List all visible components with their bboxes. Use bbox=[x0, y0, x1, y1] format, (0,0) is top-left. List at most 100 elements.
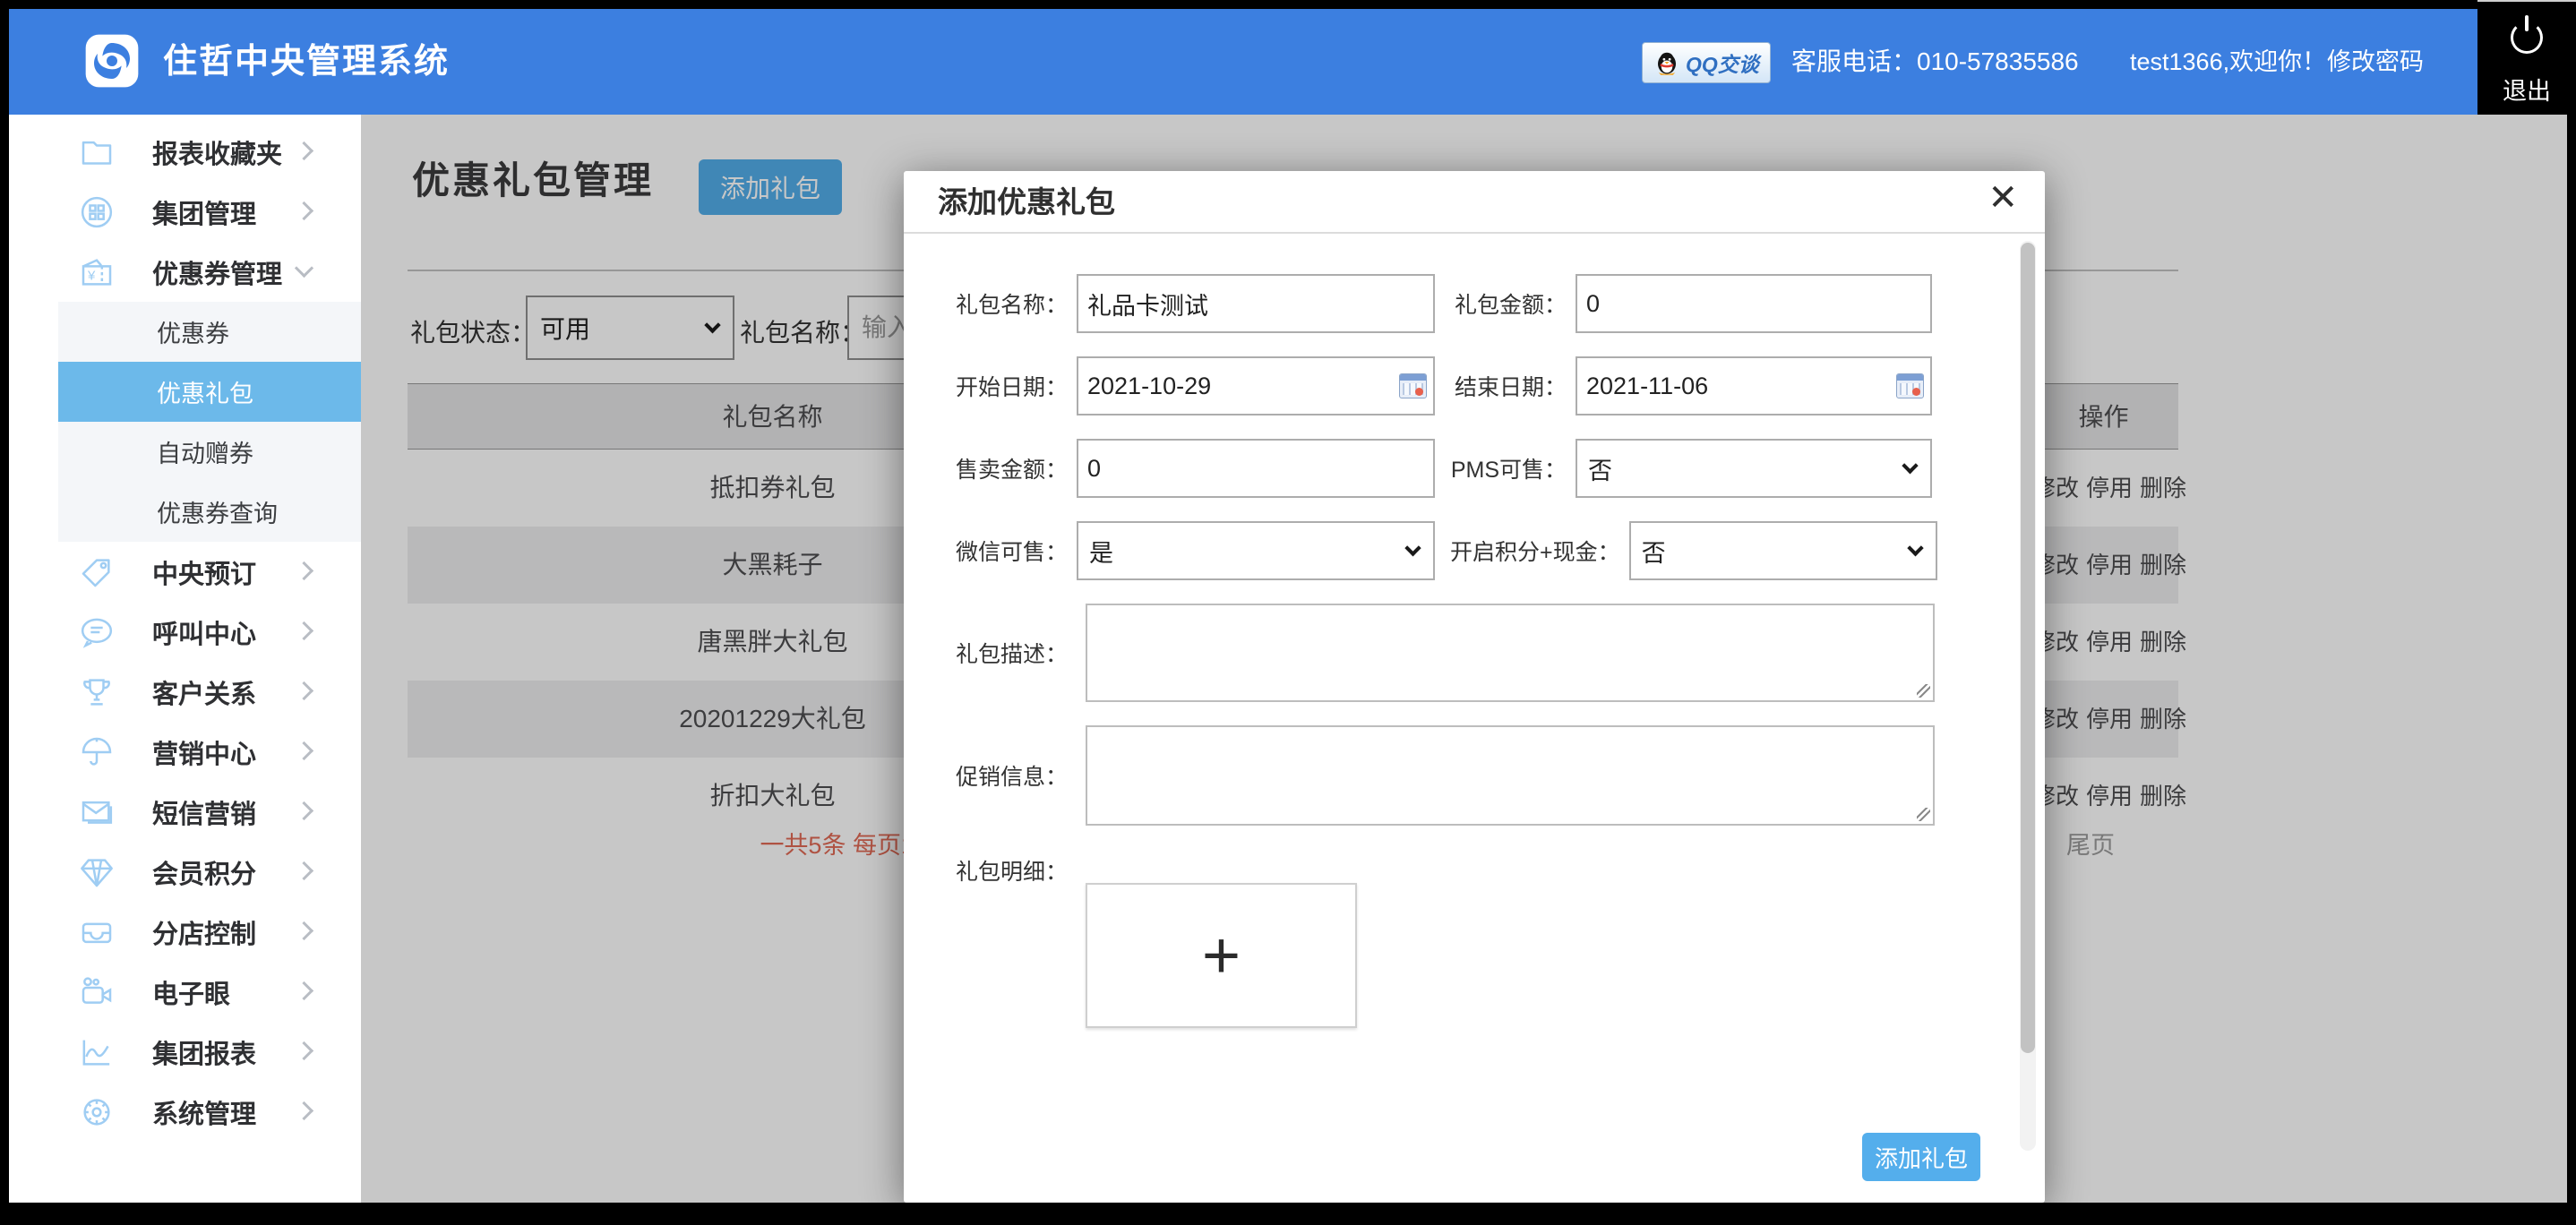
sidebar-item-group-reports[interactable]: 集团报表 bbox=[9, 1022, 361, 1082]
mail-icon bbox=[79, 794, 115, 830]
chevron-right-icon bbox=[295, 621, 313, 639]
trophy-icon bbox=[79, 674, 115, 710]
disable-link[interactable]: 停用 bbox=[2086, 552, 2133, 578]
select-arrow-icon bbox=[704, 317, 720, 333]
sidebar-item-call-center[interactable]: 呼叫中心 bbox=[9, 602, 361, 662]
package-name-label: 礼包名称： bbox=[951, 287, 1068, 320]
chevron-right-icon bbox=[295, 681, 313, 699]
package-status-select[interactable]: 可用 bbox=[526, 296, 734, 360]
wechat-sellable-select[interactable]: 是 bbox=[1077, 521, 1435, 580]
logout-button[interactable]: 退出 bbox=[2477, 0, 2576, 115]
chevron-right-icon bbox=[295, 741, 313, 759]
chevron-right-icon bbox=[295, 861, 313, 879]
coupon-submenu: 优惠券 优惠礼包 自动赠券 优惠券查询 bbox=[58, 302, 361, 542]
modal-scrollbar[interactable] bbox=[2020, 241, 2036, 1151]
sidebar-item-sms-marketing[interactable]: 短信营销 bbox=[9, 782, 361, 842]
submenu-item-coupon[interactable]: 优惠券 bbox=[58, 302, 361, 362]
disable-link[interactable]: 停用 bbox=[2086, 475, 2133, 501]
package-amount-input[interactable] bbox=[1576, 274, 1932, 333]
sidebar-item-coupon-management[interactable]: ¥ 优惠券管理 bbox=[9, 242, 361, 302]
resize-grip-icon[interactable] bbox=[1917, 684, 1930, 698]
pms-sellable-select[interactable]: 否 bbox=[1576, 439, 1932, 498]
add-package-button[interactable]: 添加礼包 bbox=[699, 159, 842, 215]
promo-info-textarea[interactable] bbox=[1087, 727, 1933, 824]
sidebar-item-central-booking[interactable]: 中央预订 bbox=[9, 542, 361, 602]
points-plus-cash-label: 开启积分+现金： bbox=[1450, 535, 1620, 567]
delete-link[interactable]: 删除 bbox=[2140, 475, 2186, 501]
end-date-input[interactable] bbox=[1576, 356, 1932, 415]
sidebar-item-report-favorites[interactable]: 报表收藏夹 bbox=[9, 122, 361, 182]
chat-bubble-icon bbox=[79, 614, 115, 650]
package-description-textarea[interactable] bbox=[1087, 605, 1933, 700]
start-date-input[interactable] bbox=[1077, 356, 1435, 415]
sidebar-item-branch-control[interactable]: 分店控制 bbox=[9, 902, 361, 962]
qq-penguin-icon bbox=[1653, 49, 1680, 76]
sidebar-item-group-management[interactable]: 集团管理 bbox=[9, 182, 361, 242]
resize-grip-icon[interactable] bbox=[1917, 808, 1930, 821]
package-detail-label: 礼包明细： bbox=[951, 854, 1068, 887]
package-description-label: 礼包描述： bbox=[951, 637, 1068, 669]
wechat-sellable-label: 微信可售： bbox=[951, 535, 1068, 567]
package-name-input[interactable] bbox=[1077, 274, 1435, 333]
power-icon bbox=[2511, 21, 2543, 54]
diamond-icon bbox=[79, 854, 115, 890]
modal-title-bar: 添加优惠礼包 ✕ bbox=[904, 171, 2045, 234]
coupon-icon: ¥ bbox=[79, 254, 115, 290]
plus-icon: + bbox=[1202, 922, 1241, 989]
qq-chat-button[interactable]: QQ交谈 bbox=[1642, 42, 1771, 83]
delete-link[interactable]: 删除 bbox=[2140, 706, 2186, 732]
sidebar-item-electronic-eye[interactable]: 电子眼 bbox=[9, 962, 361, 1022]
calendar-icon[interactable] bbox=[1896, 373, 1924, 398]
modal-submit-button[interactable]: 添加礼包 bbox=[1862, 1133, 1980, 1181]
logout-label: 退出 bbox=[2477, 72, 2576, 107]
calendar-icon[interactable] bbox=[1399, 373, 1427, 398]
sale-amount-input[interactable] bbox=[1077, 439, 1435, 498]
chevron-right-icon bbox=[295, 141, 313, 159]
select-arrow-icon bbox=[1404, 540, 1421, 556]
welcome-text: test1366,欢迎你！ bbox=[2130, 9, 2326, 115]
close-icon[interactable]: ✕ bbox=[1988, 180, 2018, 216]
chevron-right-icon bbox=[295, 981, 313, 999]
submenu-item-coupon-query[interactable]: 优惠券查询 bbox=[58, 482, 361, 542]
disable-link[interactable]: 停用 bbox=[2086, 783, 2133, 810]
sale-amount-label: 售卖金额： bbox=[951, 452, 1068, 484]
pagination-last-page-link[interactable]: 尾页 bbox=[2066, 827, 2115, 864]
folder-icon bbox=[79, 134, 115, 170]
delete-link[interactable]: 删除 bbox=[2140, 783, 2186, 810]
delete-link[interactable]: 删除 bbox=[2140, 552, 2186, 578]
disable-link[interactable]: 停用 bbox=[2086, 629, 2133, 655]
package-status-label: 礼包状态： bbox=[410, 313, 536, 349]
chevron-right-icon bbox=[295, 201, 313, 219]
select-arrow-icon bbox=[1907, 540, 1923, 556]
line-chart-icon bbox=[79, 1034, 115, 1070]
scrollbar-thumb[interactable] bbox=[2021, 243, 2035, 1053]
add-detail-tile[interactable]: + bbox=[1086, 883, 1357, 1028]
delete-link[interactable]: 删除 bbox=[2140, 629, 2186, 655]
page-title: 优惠礼包管理 bbox=[412, 150, 654, 205]
sidebar-item-marketing-center[interactable]: 营销中心 bbox=[9, 722, 361, 782]
app-title: 住哲中央管理系统 bbox=[163, 9, 450, 115]
sidebar-item-system-management[interactable]: 系统管理 bbox=[9, 1082, 361, 1142]
points-plus-cash-select[interactable]: 否 bbox=[1629, 521, 1937, 580]
change-password-link[interactable]: 修改密码 bbox=[2327, 9, 2424, 115]
submenu-item-auto-coupon[interactable]: 自动赠券 bbox=[58, 422, 361, 482]
chevron-right-icon bbox=[295, 801, 313, 819]
modal-body: 礼包名称： 礼包金额： 开始日期： 结束日期： 售卖金额： bbox=[904, 234, 2045, 1203]
chevron-right-icon bbox=[295, 921, 313, 939]
start-date-label: 开始日期： bbox=[951, 370, 1068, 402]
chevron-right-icon bbox=[295, 1101, 313, 1119]
column-header-operations: 操作 bbox=[2029, 384, 2178, 450]
gear-icon bbox=[79, 1094, 115, 1130]
promo-info-label: 促销信息： bbox=[951, 759, 1068, 792]
service-phone: 客服电话：010-57835586 bbox=[1791, 9, 2079, 115]
sidebar-item-customer-relations[interactable]: 客户关系 bbox=[9, 662, 361, 722]
camera-icon bbox=[79, 974, 115, 1010]
end-date-label: 结束日期： bbox=[1450, 370, 1567, 402]
pms-sellable-label: PMS可售： bbox=[1450, 452, 1567, 484]
sidebar-item-member-points[interactable]: 会员积分 bbox=[9, 842, 361, 902]
chevron-right-icon bbox=[295, 561, 313, 579]
submenu-item-gift-package[interactable]: 优惠礼包 bbox=[58, 362, 361, 422]
disable-link[interactable]: 停用 bbox=[2086, 706, 2133, 732]
sidebar-nav: 报表收藏夹 集团管理 ¥ 优惠券管理 bbox=[9, 115, 361, 1203]
group-grid-icon bbox=[79, 194, 115, 230]
